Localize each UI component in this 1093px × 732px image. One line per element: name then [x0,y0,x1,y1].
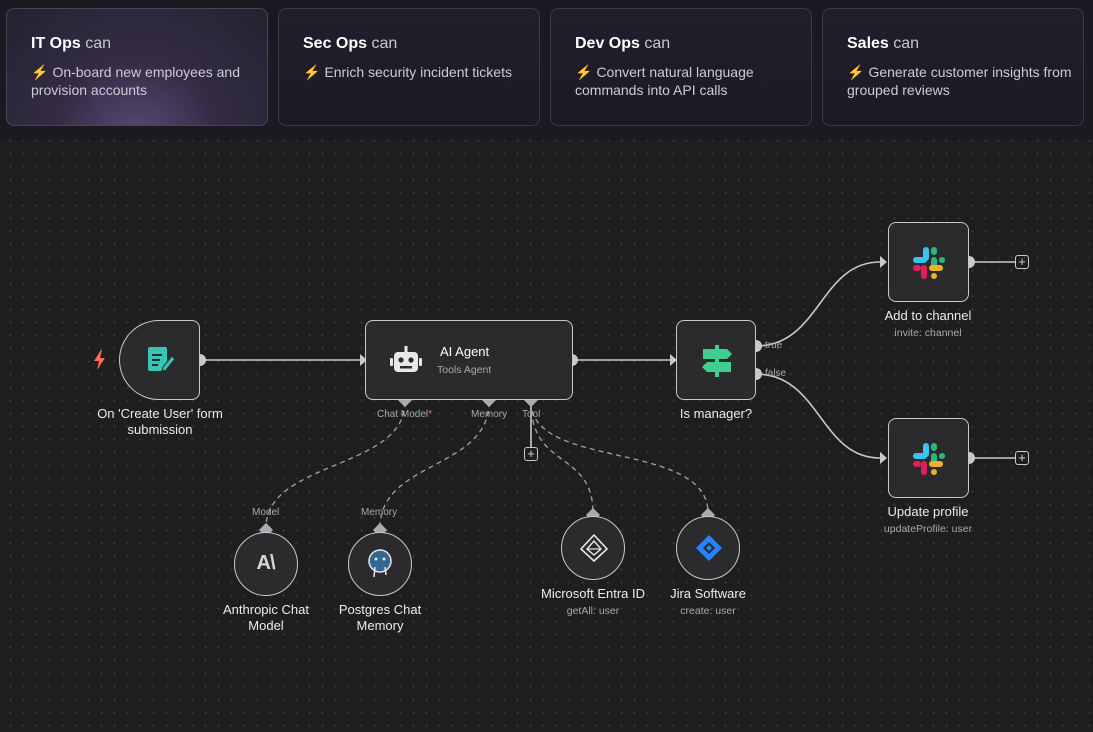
jira-software-node[interactable] [676,516,740,580]
add-node-button[interactable]: + [1015,255,1029,269]
slack-add-label: Add to channel [884,308,972,323]
port-label-memory: Memory [471,409,508,420]
anthropic-chat-model-node[interactable]: A\ [234,532,298,596]
microsoft-entra-node[interactable] [561,516,625,580]
port-label-chat-model: Chat Model* [377,409,432,420]
trigger-label: On 'Create User' form submission [97,406,223,437]
add-node-button[interactable]: + [1015,451,1029,465]
postgres-chat-memory-node[interactable] [348,532,412,596]
add-tool-button[interactable]: + [524,447,538,461]
slack-add-operation: invite: channel [894,327,962,339]
anthropic-label: Anthropic Chat Model [223,602,309,633]
ai-agent-node[interactable]: AI Agent Tools Agent [365,320,573,400]
arrow-icon [880,452,887,464]
true-branch-label: true [765,340,783,351]
postgres-label: Postgres Chat Memory [338,602,422,633]
form-icon [148,347,175,372]
port-label-model: Model [252,507,280,518]
entra-label: Microsoft Entra ID [540,586,646,601]
slack-icon [913,247,945,279]
slack-icon [913,443,945,475]
port-label-text: Chat Model [377,409,429,420]
trigger-node-form[interactable] [119,320,200,400]
signpost-icon [702,345,732,377]
agent-subtitle: Tools Agent [437,364,492,376]
entra-icon [579,533,609,563]
slack-update-label: Update profile [887,504,969,519]
postgres-icon [368,549,392,578]
jira-label: Jira Software [670,586,746,601]
false-branch-label: false [765,368,787,379]
entra-operation: getAll: user [566,605,620,617]
if-node-label: Is manager? [679,406,753,421]
arrow-icon [880,256,887,268]
slack-update-operation: updateProfile: user [883,523,973,535]
required-mark: * [428,409,433,420]
if-node-is-manager[interactable] [676,320,756,400]
slack-update-profile-node[interactable] [888,418,969,498]
agent-title: AI Agent [440,344,490,359]
port-label-memory-in: Memory [361,507,398,518]
jira-icon [696,535,722,561]
anthropic-icon: A\ [256,552,276,574]
port-label-tool: Tool [522,409,541,420]
slack-add-to-channel-node[interactable] [888,222,969,302]
robot-icon [390,346,422,372]
lightning-icon [94,350,105,370]
jira-operation: create: user [680,605,736,617]
